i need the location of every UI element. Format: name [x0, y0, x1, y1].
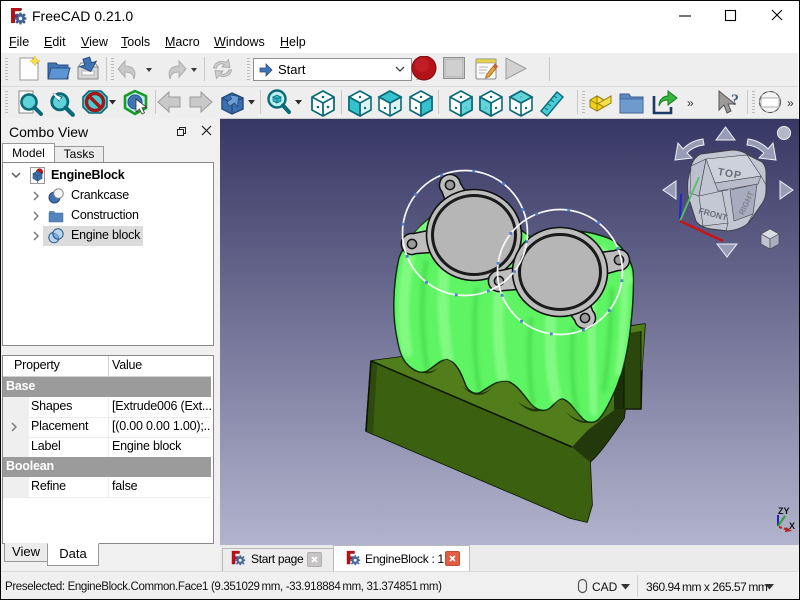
svg-text:ZY: ZY	[778, 506, 790, 516]
svg-text:?: ?	[731, 92, 739, 109]
svg-text:»: »	[787, 96, 794, 110]
svg-text:»: »	[687, 96, 694, 110]
svg-text:X: X	[789, 521, 795, 531]
